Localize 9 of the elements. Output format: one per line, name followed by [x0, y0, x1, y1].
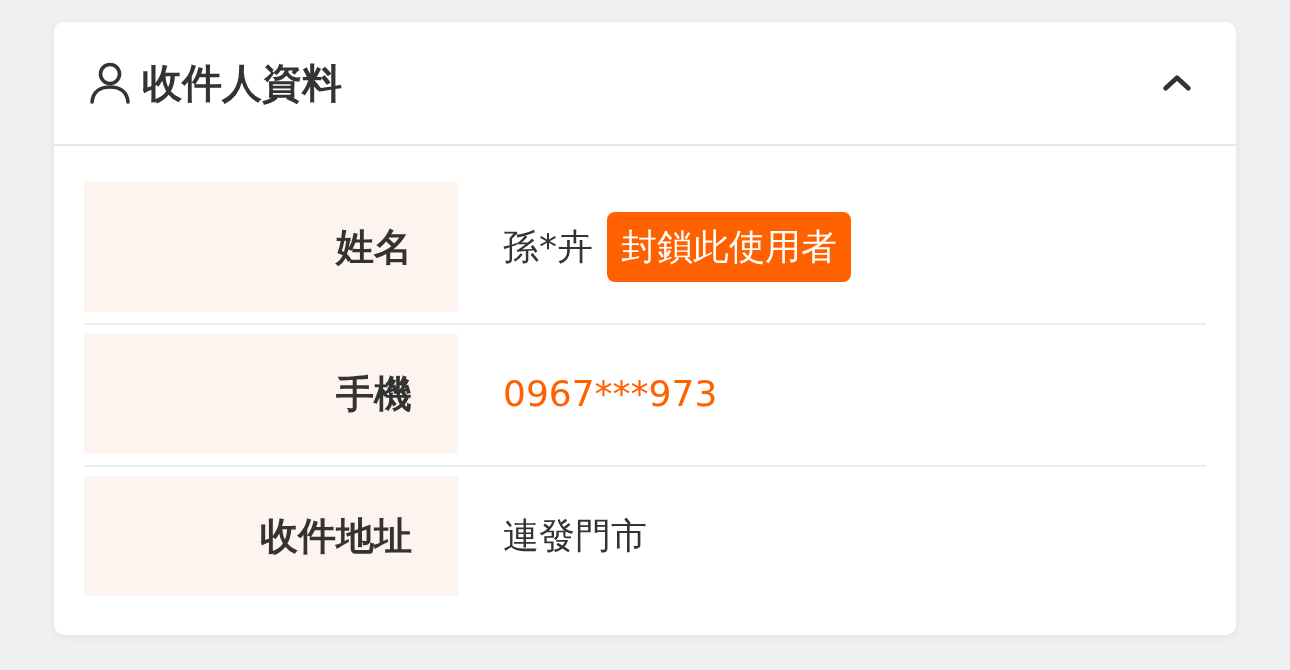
field-label: 收件地址: [84, 476, 458, 596]
section-title: 收件人資料: [142, 59, 342, 107]
field-value: 連發門市: [503, 514, 647, 558]
field-value: 孫*卉: [503, 225, 593, 269]
user-icon: [90, 62, 130, 104]
phone-number: 0967***973: [503, 372, 718, 416]
block-user-button[interactable]: 封鎖此使用者: [607, 212, 851, 282]
field-label: 姓名: [84, 182, 458, 312]
field-label: 手機: [84, 334, 458, 454]
